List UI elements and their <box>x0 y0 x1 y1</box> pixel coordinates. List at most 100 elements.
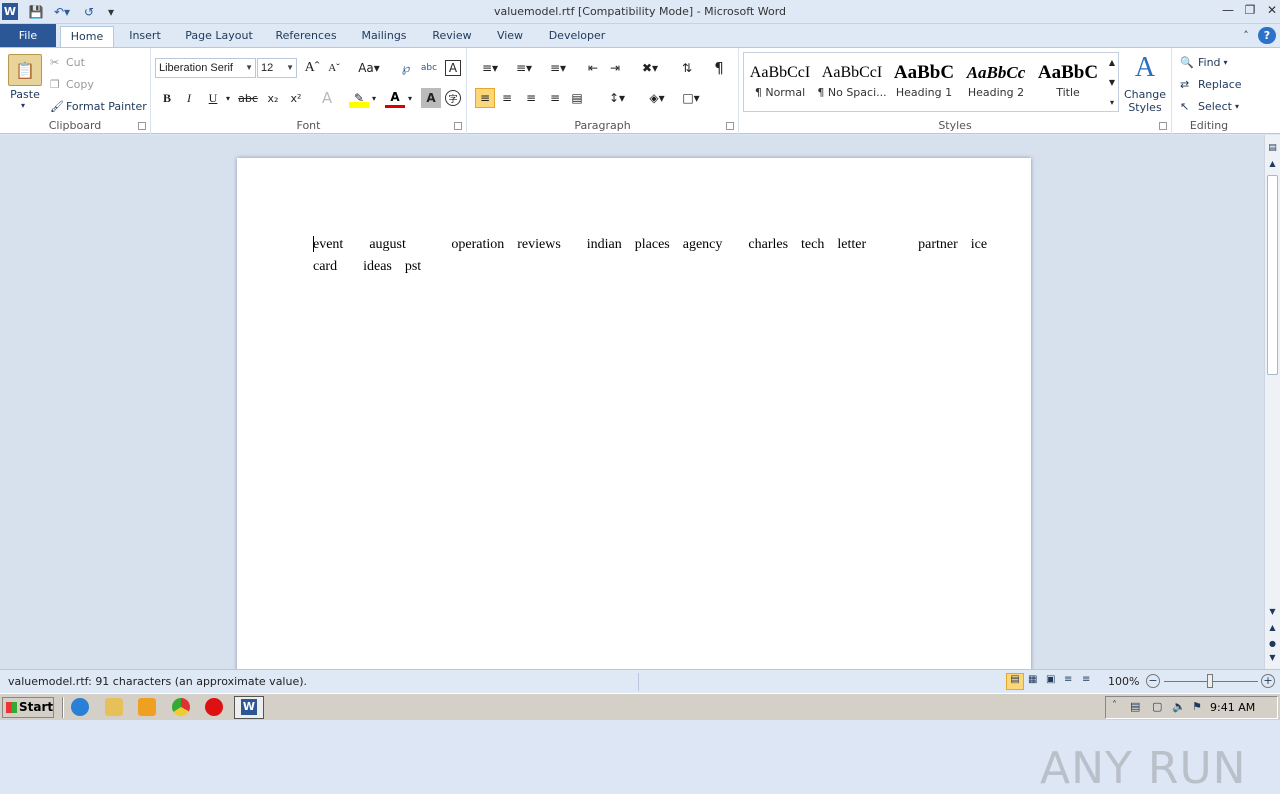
font-color-icon[interactable]: A <box>385 88 405 108</box>
browse-object-icon[interactable]: ● <box>1266 639 1279 653</box>
tab-review[interactable]: Review <box>426 26 478 47</box>
sort-icon[interactable]: ⇅ <box>677 58 697 78</box>
font-size-combo[interactable]: 12 ▼ <box>257 58 297 78</box>
highlight-icon[interactable]: ✎ <box>349 88 369 108</box>
character-shading-icon[interactable]: A <box>421 88 441 108</box>
paragraph-launcher-icon[interactable] <box>726 122 734 130</box>
ruler-toggle-icon[interactable]: ▤ <box>1266 143 1279 157</box>
restore-icon[interactable]: ❐ <box>1240 1 1260 19</box>
tab-references[interactable]: References <box>270 26 342 47</box>
style-title[interactable]: AaBbC Title <box>1033 56 1103 110</box>
select-button[interactable]: ↖ Select ▾ <box>1180 98 1239 114</box>
change-case-icon[interactable]: Aa▾ <box>355 58 383 78</box>
tab-home[interactable]: Home <box>60 26 114 48</box>
chrome-icon[interactable] <box>172 698 190 716</box>
scroll-up-icon[interactable]: ▲ <box>1266 159 1279 173</box>
underline-icon[interactable]: U <box>203 88 223 108</box>
text-effects-icon[interactable]: A <box>317 88 337 108</box>
tab-insert[interactable]: Insert <box>122 26 168 47</box>
style-heading-2[interactable]: AaBbCc Heading 2 <box>961 56 1031 110</box>
scroll-thumb[interactable] <box>1267 175 1278 375</box>
italic-icon[interactable]: I <box>179 88 199 108</box>
styles-launcher-icon[interactable] <box>1159 122 1167 130</box>
opera-icon[interactable] <box>205 698 223 716</box>
vertical-scrollbar[interactable]: ▤ ▲ ▼ ▲ ● ▼ <box>1264 135 1280 669</box>
grow-font-icon[interactable]: Aˆ <box>302 58 322 78</box>
phonetic-guide-icon[interactable]: abc <box>419 58 439 78</box>
print-layout-icon[interactable]: ▤ <box>1006 673 1024 690</box>
folder-icon[interactable] <box>105 698 123 716</box>
internet-explorer-icon[interactable] <box>71 698 89 716</box>
align-left-icon[interactable]: ≡ <box>475 88 495 108</box>
document-body[interactable]: event august operation reviews indian pl… <box>313 234 987 278</box>
paste-icon[interactable]: 📋 <box>8 54 42 86</box>
network-icon[interactable]: ▤ <box>1130 700 1140 713</box>
numbering-icon[interactable]: ≡▾ <box>509 58 539 78</box>
tab-view[interactable]: View <box>490 26 530 47</box>
volume-icon[interactable]: 🔈 <box>1172 700 1186 713</box>
asian-layout-icon[interactable]: ✖▾ <box>637 58 663 78</box>
bold-icon[interactable]: B <box>157 88 177 108</box>
full-screen-reading-icon[interactable]: ▦ <box>1028 674 1044 685</box>
find-button[interactable]: 🔍 Find ▾ <box>1180 54 1228 70</box>
show-formatting-marks-icon[interactable]: ¶ <box>709 58 729 78</box>
styles-more-icon[interactable]: ▾ <box>1105 92 1119 112</box>
zoom-out-icon[interactable]: − <box>1146 674 1160 688</box>
action-center-icon[interactable]: ▢ <box>1152 700 1162 713</box>
show-hidden-icons-icon[interactable]: ˄ <box>1112 700 1117 711</box>
tab-file[interactable]: File <box>0 24 56 47</box>
change-styles-icon[interactable]: A <box>1129 52 1161 84</box>
clear-formatting-icon[interactable]: ℘ <box>396 58 416 78</box>
style-no-spacing[interactable]: AaBbCcI ¶ No Spaci... <box>817 56 887 110</box>
format-painter-button[interactable]: 🖌 Format Painter <box>50 98 147 114</box>
clipboard-launcher-icon[interactable] <box>138 122 146 130</box>
media-player-icon[interactable] <box>138 698 156 716</box>
subscript-icon[interactable]: x₂ <box>263 88 283 108</box>
outline-icon[interactable]: ≡ <box>1064 674 1080 685</box>
font-name-combo[interactable]: Liberation Serif ▼ <box>155 58 256 78</box>
shading-icon[interactable]: ◈▾ <box>643 88 671 108</box>
superscript-icon[interactable]: x² <box>286 88 306 108</box>
next-page-icon[interactable]: ▼ <box>1266 653 1279 667</box>
justify-icon[interactable]: ≡ <box>545 88 565 108</box>
draft-icon[interactable]: ≡ <box>1082 674 1098 685</box>
word-taskbar-button[interactable]: W <box>234 696 264 719</box>
change-styles-button[interactable]: Change Styles <box>1123 88 1167 114</box>
highlight-dropdown-icon[interactable]: ▾ <box>369 88 379 108</box>
zoom-slider-thumb[interactable] <box>1207 674 1213 688</box>
clock[interactable]: 9:41 AM <box>1210 701 1255 714</box>
style-heading-1[interactable]: AaBbC Heading 1 <box>889 56 959 110</box>
replace-button[interactable]: ⇄ Replace <box>1180 76 1242 92</box>
align-right-icon[interactable]: ≡ <box>521 88 541 108</box>
cut-button[interactable]: ✂ Cut <box>50 54 85 70</box>
character-border-icon[interactable]: A <box>445 60 461 76</box>
minimize-ribbon-icon[interactable]: ˄ <box>1238 26 1254 47</box>
multilevel-list-icon[interactable]: ≡▾ <box>543 58 573 78</box>
borders-icon[interactable]: □▾ <box>677 88 705 108</box>
web-layout-icon[interactable]: ▣ <box>1046 674 1062 685</box>
font-launcher-icon[interactable] <box>454 122 462 130</box>
document-page[interactable]: event august operation reviews indian pl… <box>237 158 1031 678</box>
flag-icon[interactable]: ⚑ <box>1192 700 1202 713</box>
paste-dropdown-icon[interactable]: ▾ <box>21 101 25 110</box>
previous-page-icon[interactable]: ▲ <box>1266 623 1279 637</box>
zoom-level[interactable]: 100% <box>1108 675 1139 688</box>
help-icon[interactable]: ? <box>1258 27 1276 44</box>
align-center-icon[interactable]: ≡ <box>497 88 517 108</box>
shrink-font-icon[interactable]: Aˇ <box>324 58 344 78</box>
scroll-down-icon[interactable]: ▼ <box>1266 607 1279 621</box>
increase-indent-icon[interactable]: ⇥ <box>605 58 625 78</box>
enclose-characters-icon[interactable]: 字 <box>445 90 461 106</box>
strikethrough-icon[interactable]: abc <box>238 88 258 108</box>
underline-dropdown-icon[interactable]: ▾ <box>223 88 233 108</box>
close-icon[interactable]: ✕ <box>1262 1 1280 19</box>
styles-scroll-down-icon[interactable]: ▼ <box>1105 72 1119 92</box>
distributed-icon[interactable]: ▤ <box>567 88 587 108</box>
paste-button[interactable]: Paste <box>8 88 42 101</box>
decrease-indent-icon[interactable]: ⇤ <box>583 58 603 78</box>
bullets-icon[interactable]: ≡▾ <box>475 58 505 78</box>
tab-mailings[interactable]: Mailings <box>354 26 414 47</box>
minimize-icon[interactable]: — <box>1218 1 1238 19</box>
tab-page-layout[interactable]: Page Layout <box>180 26 258 47</box>
style-normal[interactable]: AaBbCcI ¶ Normal <box>745 56 815 110</box>
